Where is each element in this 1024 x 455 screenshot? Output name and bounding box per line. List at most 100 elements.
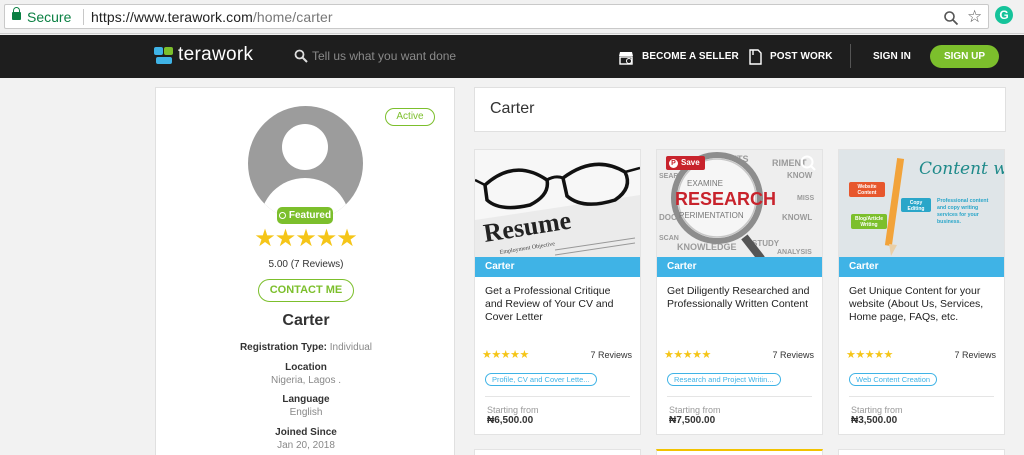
gig-seller-name[interactable]: Carter bbox=[657, 257, 822, 277]
svg-text:Writing: Writing bbox=[860, 222, 877, 228]
medal-icon bbox=[278, 212, 286, 219]
rating-stars: ★★★★★ bbox=[254, 225, 358, 252]
svg-text:and copy writing: and copy writing bbox=[937, 205, 978, 211]
gig-rating-stars: ★★★★★ bbox=[664, 349, 711, 361]
gig-starting-label: Starting from bbox=[487, 405, 539, 415]
location-value-text: Nigeria, Lagos . bbox=[270, 375, 342, 386]
gig-title[interactable]: Get Diligently Researched and Profession… bbox=[667, 285, 812, 311]
address-separator bbox=[83, 9, 84, 25]
become-seller-label: BECOME A SELLER bbox=[642, 51, 739, 62]
content-image-title: Content writing.... bbox=[919, 159, 1004, 179]
save-button[interactable]: P Save bbox=[666, 156, 705, 170]
location-label-text: Location bbox=[285, 362, 327, 373]
gig-card-next[interactable] bbox=[656, 449, 823, 455]
status-badge: Active bbox=[385, 108, 435, 126]
svg-text:MISS: MISS bbox=[797, 195, 814, 202]
post-work-link[interactable]: POST WORK bbox=[748, 35, 833, 78]
gig-divider bbox=[849, 396, 994, 397]
gig-starting-label: Starting from bbox=[851, 405, 903, 415]
featured-label: Featured bbox=[288, 210, 332, 221]
gig-category-tag[interactable]: Web Content Creation bbox=[849, 373, 938, 386]
avatar bbox=[248, 106, 363, 221]
gig-price: ₦6,500.00 bbox=[487, 415, 534, 426]
lock-icon bbox=[12, 7, 21, 20]
url-path: /home/carter bbox=[252, 9, 333, 25]
nav-divider bbox=[850, 44, 851, 68]
svg-text:Content: Content bbox=[858, 190, 877, 196]
language-value-text: English bbox=[289, 407, 323, 418]
svg-text:ANALYSIS: ANALYSIS bbox=[777, 249, 812, 256]
logo-mark-icon bbox=[154, 47, 173, 64]
document-icon bbox=[749, 48, 762, 65]
site-header: terawork BECOME A SELLER POST WORK SIGN … bbox=[0, 35, 1024, 78]
resume-image: Resume Employment Objective bbox=[475, 150, 640, 257]
gig-card-next[interactable] bbox=[474, 449, 641, 455]
location-value: Nigeria, Lagos . bbox=[156, 375, 456, 386]
pinterest-icon: P bbox=[669, 159, 678, 168]
avatar-head bbox=[282, 124, 328, 170]
url-domain: https://www.terawork.com bbox=[91, 9, 253, 25]
profile-name: Carter bbox=[282, 312, 330, 329]
gig-image-research[interactable]: ERIMENTS RIMENT SEARCH KNOW DOC KNOWL SC… bbox=[657, 150, 822, 257]
gig-divider bbox=[485, 396, 630, 397]
save-label: Save bbox=[681, 158, 700, 167]
featured-badge: Featured bbox=[277, 207, 333, 224]
gig-reviews: 7 Reviews bbox=[772, 350, 814, 360]
gig-divider bbox=[667, 396, 812, 397]
gig-card-next[interactable] bbox=[838, 449, 1005, 455]
gig-title[interactable]: Get Unique Content for your website (Abo… bbox=[849, 285, 994, 324]
gig-rating-stars: ★★★★★ bbox=[846, 349, 893, 361]
registration-label: Registration Type: bbox=[239, 342, 327, 353]
contact-me-button[interactable]: CONTACT ME bbox=[258, 279, 354, 302]
logo-text: terawork bbox=[178, 44, 254, 65]
zoom-icon[interactable] bbox=[943, 10, 959, 26]
zoom-lens-icon[interactable] bbox=[800, 155, 816, 171]
language-label: Language bbox=[156, 394, 456, 405]
gig-rating-stars: ★★★★★ bbox=[482, 349, 529, 361]
page-title-bar: Carter bbox=[474, 87, 1006, 132]
url-field[interactable]: Secure https://www.terawork.com/home/car… bbox=[4, 4, 989, 29]
svg-text:EXAMINE: EXAMINE bbox=[687, 179, 723, 188]
gig-image-resume[interactable]: Resume Employment Objective bbox=[475, 150, 640, 257]
registration-type: Registration Type: Individual bbox=[156, 342, 456, 353]
research-image-title: RESEARCH bbox=[675, 189, 776, 209]
browser-address-bar: Secure https://www.terawork.com/home/car… bbox=[0, 0, 1024, 34]
gig-seller-name[interactable]: Carter bbox=[839, 257, 1004, 277]
url-text: https://www.terawork.com/home/carter bbox=[91, 9, 333, 25]
gig-card[interactable]: Resume Employment Objective Carter Get a… bbox=[474, 149, 641, 435]
gig-seller-name[interactable]: Carter bbox=[475, 257, 640, 277]
svg-text:KNOWL: KNOWL bbox=[782, 213, 812, 222]
become-seller-link[interactable]: BECOME A SELLER bbox=[618, 35, 739, 78]
gig-image-content-writing[interactable]: Content writing.... Website Content Copy… bbox=[839, 150, 1004, 257]
gig-reviews: 7 Reviews bbox=[954, 350, 996, 360]
gig-reviews: 7 Reviews bbox=[590, 350, 632, 360]
joined-value-text: Jan 20, 2018 bbox=[277, 440, 335, 451]
svg-text:KNOW: KNOW bbox=[787, 171, 813, 180]
joined-label-text: Joined Since bbox=[275, 427, 337, 438]
page-title: Carter bbox=[490, 100, 535, 117]
svg-text:business.: business. bbox=[937, 219, 961, 225]
language-label-text: Language bbox=[282, 394, 330, 405]
bookmark-star-icon[interactable]: ☆ bbox=[967, 8, 982, 26]
gig-category-tag[interactable]: Profile, CV and Cover Lette... bbox=[485, 373, 597, 386]
grammarly-extension-icon[interactable]: G bbox=[995, 6, 1013, 24]
location-label: Location bbox=[156, 362, 456, 373]
svg-text:SCAN: SCAN bbox=[659, 235, 679, 242]
post-work-label: POST WORK bbox=[770, 51, 833, 62]
store-icon bbox=[619, 51, 633, 65]
language-value: English bbox=[156, 407, 456, 418]
secure-label: Secure bbox=[27, 9, 72, 25]
svg-text:Professional content: Professional content bbox=[937, 198, 989, 204]
svg-text:services for your: services for your bbox=[937, 212, 979, 218]
sign-up-button[interactable]: SIGN UP bbox=[930, 45, 999, 68]
search-icon bbox=[294, 49, 308, 63]
svg-text:PERIMENTATION: PERIMENTATION bbox=[679, 211, 744, 220]
gig-category-tag[interactable]: Research and Project Writin... bbox=[667, 373, 781, 386]
svg-text:Editing: Editing bbox=[908, 206, 925, 212]
gig-card[interactable]: ERIMENTS RIMENT SEARCH KNOW DOC KNOWL SC… bbox=[656, 149, 823, 435]
joined-value: Jan 20, 2018 bbox=[156, 440, 456, 451]
gig-card[interactable]: Content writing.... Website Content Copy… bbox=[838, 149, 1005, 435]
sign-in-link[interactable]: SIGN IN bbox=[873, 35, 911, 78]
search-input[interactable] bbox=[312, 46, 592, 66]
gig-title[interactable]: Get a Professional Critique and Review o… bbox=[485, 285, 630, 324]
